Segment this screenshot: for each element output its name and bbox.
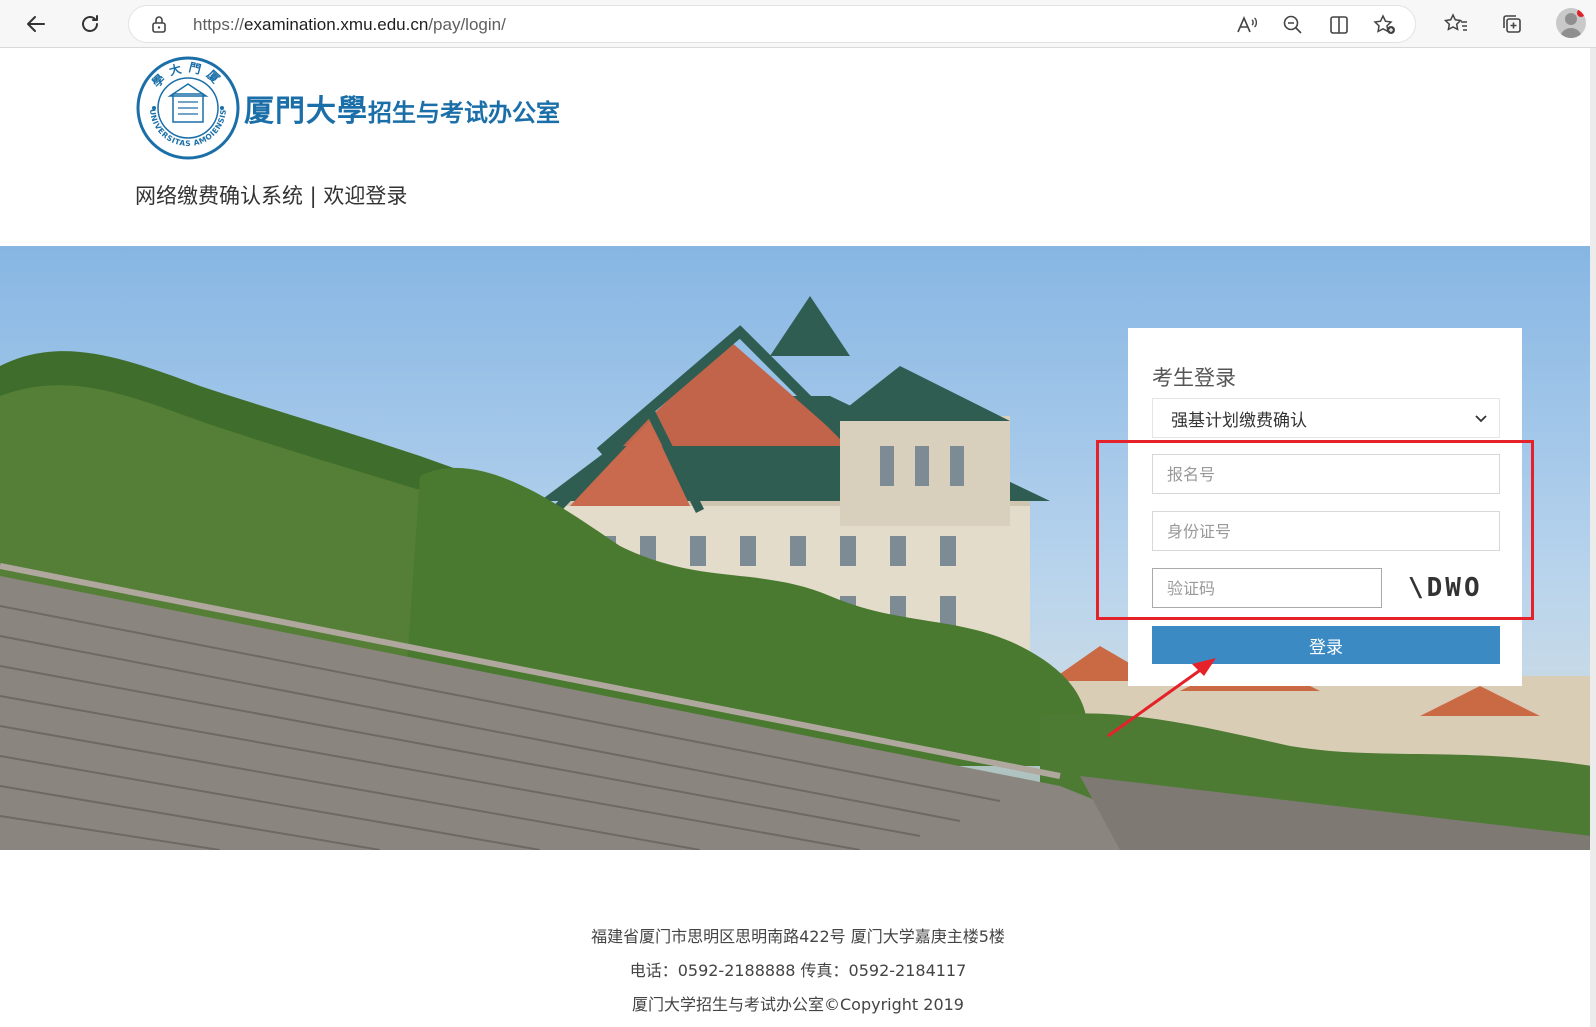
collections-icon[interactable]: [1496, 8, 1528, 40]
university-logo[interactable]: 學大門厦 UNIVERSITAS AMOIENSIS 厦門大學招生与考试办公室: [136, 56, 566, 160]
add-favorite-icon[interactable]: [1371, 12, 1399, 38]
page-scrollbar[interactable]: [1590, 48, 1596, 1027]
registration-number-input[interactable]: [1152, 454, 1500, 494]
favorites-icon[interactable]: [1440, 8, 1472, 40]
logo-main-text: 厦門大學: [244, 94, 368, 129]
university-seal-icon: 學大門厦 UNIVERSITAS AMOIENSIS: [136, 56, 240, 160]
captcha-input[interactable]: [1152, 568, 1382, 608]
payment-type-select[interactable]: 强基计划缴费确认: [1152, 398, 1500, 438]
university-name: 厦門大學招生与考试办公室: [244, 86, 560, 130]
url-host: examination.xmu.edu.cn: [244, 15, 429, 34]
page-title: 网络缴费确认系统 | 欢迎登录: [135, 184, 408, 208]
login-title: 考生登录: [1152, 366, 1236, 390]
url-path: /pay/login/: [428, 15, 506, 34]
chevron-down-icon: [1475, 415, 1487, 423]
split-screen-icon[interactable]: [1325, 12, 1353, 38]
profile-avatar[interactable]: [1556, 8, 1586, 38]
browser-toolbar: https://examination.xmu.edu.cn/pay/login…: [0, 0, 1596, 48]
address-bar[interactable]: https://examination.xmu.edu.cn/pay/login…: [128, 5, 1416, 43]
footer-copyright: 厦门大学招生与考试办公室©Copyright 2019: [632, 995, 964, 1014]
url-scheme: https://: [193, 15, 245, 34]
logo-sub-text: 招生与考试办公室: [368, 99, 560, 127]
url-text: https://examination.xmu.edu.cn/pay/login…: [193, 15, 506, 35]
id-card-input[interactable]: [1152, 511, 1500, 551]
lock-icon[interactable]: [149, 14, 169, 34]
read-aloud-icon[interactable]: [1233, 12, 1261, 38]
refresh-icon[interactable]: [72, 6, 108, 42]
svg-text:學大門厦: 學大門厦: [149, 59, 228, 90]
login-card: 考生登录 强基计划缴费确认 \DWO 登录: [1128, 328, 1522, 686]
login-button[interactable]: 登录: [1152, 626, 1500, 664]
footer-contact: 电话：0592-2188888 传真：0592-2184117: [629, 961, 967, 980]
footer-address: 福建省厦门市思明区思明南路422号 厦门大学嘉庚主楼5楼: [591, 927, 1005, 946]
captcha-image[interactable]: \DWO: [1404, 568, 1500, 608]
back-arrow-icon[interactable]: [18, 6, 54, 42]
captcha-text: \DWO: [1408, 573, 1483, 603]
payment-type-selected: 强基计划缴费确认: [1171, 410, 1307, 431]
page-footer: 福建省厦门市思明区思明南路422号 厦门大学嘉庚主楼5楼 电话：0592-218…: [0, 920, 1596, 1022]
zoom-out-icon[interactable]: [1279, 12, 1307, 38]
